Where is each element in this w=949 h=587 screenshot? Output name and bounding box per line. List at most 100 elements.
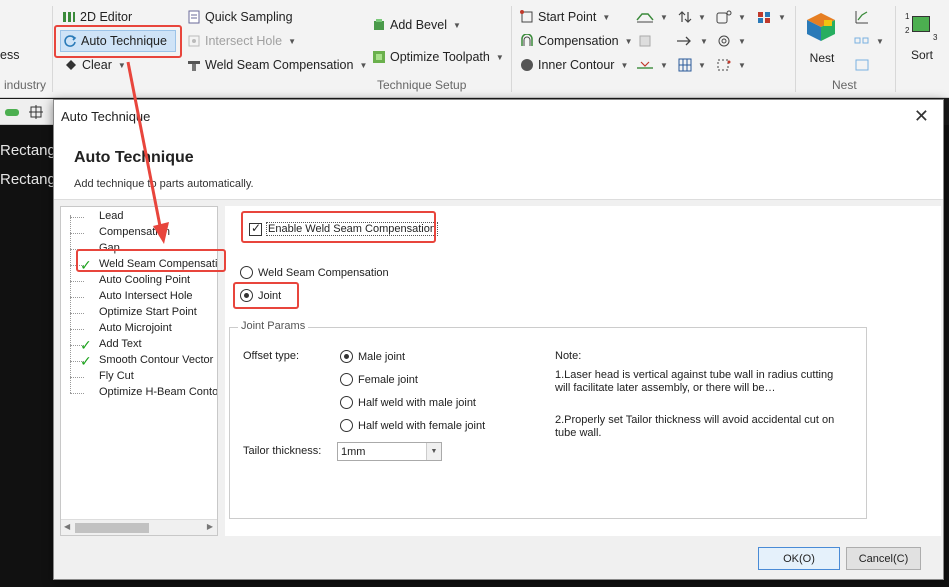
tree-item[interactable]: Auto Intersect Hole <box>61 289 217 305</box>
tree-item[interactable]: Lead <box>61 209 217 225</box>
clear-button[interactable]: Clear ▼ <box>64 54 126 76</box>
chevron-down-icon: ▼ <box>738 36 746 46</box>
tree-item[interactable]: Fly Cut <box>61 369 217 385</box>
dialog-title: Auto Technique <box>61 108 151 124</box>
ring-tool-button[interactable]: ▼ <box>716 31 746 51</box>
ring-icon <box>718 35 730 47</box>
tree-item[interactable]: ✓ Smooth Contour Vector <box>61 353 217 369</box>
checkbox-box[interactable]: ✓ <box>249 221 262 236</box>
close-icon[interactable]: ✕ <box>914 106 929 126</box>
tree-connector <box>70 313 84 314</box>
inner-contour-button[interactable]: Inner Contour ▼ <box>520 54 628 76</box>
radio-button[interactable] <box>240 289 253 302</box>
ribbon-partial-label: ess <box>0 48 20 62</box>
tree-item-label: Compensation <box>99 226 170 238</box>
tree-item-label: Lead <box>99 210 124 222</box>
offset-radio-male-joint[interactable]: Male joint <box>340 350 405 363</box>
secondary-toolbar <box>0 99 56 125</box>
scroll-left-icon[interactable]: ◀ <box>64 522 70 531</box>
grid-icon <box>678 58 692 72</box>
editor-2d-button[interactable]: 2D Editor <box>62 6 132 28</box>
start-point-icon <box>520 10 533 23</box>
compensation-button[interactable]: Compensation ▼ <box>520 30 633 52</box>
nest-icon <box>807 13 835 41</box>
ok-button[interactable]: OK(O) <box>758 547 840 570</box>
enable-weld-seam-checkbox[interactable]: ✓ Enable Weld Seam Compensation <box>249 221 438 236</box>
sort-button-label: Sort <box>910 48 933 62</box>
grid-select-icon[interactable] <box>28 104 44 120</box>
horizontal-scrollbar[interactable]: ◀ ▶ <box>61 519 217 535</box>
tree-item[interactable]: Gap <box>61 241 217 257</box>
tree-connector <box>70 249 84 250</box>
editor-2d-icon <box>63 12 75 22</box>
tree-connector <box>70 281 84 282</box>
scroll-right-icon[interactable]: ▶ <box>207 522 213 531</box>
chevron-down-icon: ▼ <box>700 36 708 46</box>
quick-sampling-button[interactable]: Quick Sampling <box>187 6 293 28</box>
technique-tree[interactable]: Lead Compensation Gap ✓ Weld Seam Compensati… <box>60 206 218 536</box>
weld-seam-compensation-button[interactable]: Weld Seam Compensation ▼ <box>187 54 367 76</box>
tree-item[interactable]: Auto Microjoint <box>61 321 217 337</box>
mode-radio-joint[interactable]: Joint <box>240 289 281 302</box>
tree-item[interactable]: Optimize Start Point <box>61 305 217 321</box>
up-down-arrows-icon <box>678 11 692 23</box>
nest-button-label: Nest <box>809 51 835 65</box>
chevron-down-icon: ▼ <box>660 12 668 22</box>
tree-item[interactable]: Optimize H-Beam Contour <box>61 385 217 401</box>
tree-item[interactable]: ✓ Add Text <box>61 337 217 353</box>
nest-button[interactable]: Nest <box>803 10 841 66</box>
auto-technique-button[interactable]: Auto Technique <box>60 30 176 52</box>
tree-item-label: Auto Microjoint <box>99 322 172 334</box>
nest-tool-3-button[interactable] <box>854 55 870 75</box>
note-text-2: 2.Properly set Tailor thickness will avo… <box>555 414 835 439</box>
corner-tool-button[interactable]: ▼ <box>716 7 746 27</box>
offset-radio-female-joint[interactable]: Female joint <box>340 373 418 386</box>
nest-tool-1-button[interactable] <box>854 7 870 27</box>
optimize-toolpath-button[interactable]: Optimize Toolpath ▼ <box>372 46 504 68</box>
cooling-tool-button[interactable]: ▼ <box>636 55 668 75</box>
offset-radio-half-weld-male[interactable]: Half weld with male joint <box>340 396 476 409</box>
offset-radio-half-weld-female[interactable]: Half weld with female joint <box>340 419 485 432</box>
start-point-button[interactable]: Start Point ▼ <box>520 6 610 28</box>
dialog-header: Auto Technique Add technique to parts au… <box>54 132 943 200</box>
scrollbar-thumb[interactable] <box>75 523 149 533</box>
cancel-button[interactable]: Cancel(C) <box>846 547 921 570</box>
intersect-hole-button[interactable]: Intersect Hole ▼ <box>187 30 296 52</box>
corner-icon <box>716 10 732 24</box>
ribbon-separator <box>895 6 896 92</box>
cooling-point-icon <box>637 61 653 69</box>
tailor-thickness-select[interactable]: 1mm ▼ <box>337 442 442 461</box>
tree-item-label: Auto Cooling Point <box>99 274 191 286</box>
chevron-down-icon: ▼ <box>495 52 504 62</box>
microjoint-tool-button[interactable] <box>638 31 652 51</box>
chevron-down-icon: ▼ <box>698 12 706 22</box>
mode-radio-weld-seam[interactable]: Weld Seam Compensation <box>240 266 389 279</box>
joint-params-legend: Joint Params <box>238 320 309 332</box>
sort-button[interactable]: 1 2 3 Sort <box>903 12 941 64</box>
chevron-down-icon: ▼ <box>288 36 297 46</box>
array-tool-button[interactable]: ▼ <box>756 7 786 27</box>
sort-direction-button[interactable]: ▼ <box>678 7 706 27</box>
nest-tool-2-button[interactable]: ▼ <box>854 31 884 51</box>
radio-button[interactable] <box>340 419 353 432</box>
tree-item[interactable]: ✓ Weld Seam Compensation <box>61 257 217 273</box>
cylinder-icon[interactable] <box>4 105 20 119</box>
grid-tool-button[interactable]: ▼ <box>678 55 706 75</box>
bridge-tool-button[interactable]: ▼ <box>716 55 746 75</box>
arrow-tool-button[interactable]: ▼ <box>676 31 708 51</box>
chevron-down-icon[interactable]: ▼ <box>426 443 441 460</box>
tree-item-label: Gap <box>99 242 120 254</box>
radio-button[interactable] <box>240 266 253 279</box>
tree-item[interactable]: Auto Cooling Point <box>61 273 217 289</box>
lead-tool-button[interactable]: ▼ <box>636 7 668 27</box>
add-bevel-button[interactable]: Add Bevel ▼ <box>372 14 461 36</box>
radio-button[interactable] <box>340 373 353 386</box>
radio-button[interactable] <box>340 396 353 409</box>
radio-button[interactable] <box>340 350 353 363</box>
chevron-down-icon: ▼ <box>778 12 786 22</box>
eraser-icon <box>66 60 76 70</box>
microjoint-icon <box>639 35 651 47</box>
tree-item[interactable]: Compensation <box>61 225 217 241</box>
bevel-icon <box>374 19 384 30</box>
inner-contour-icon <box>521 59 533 71</box>
